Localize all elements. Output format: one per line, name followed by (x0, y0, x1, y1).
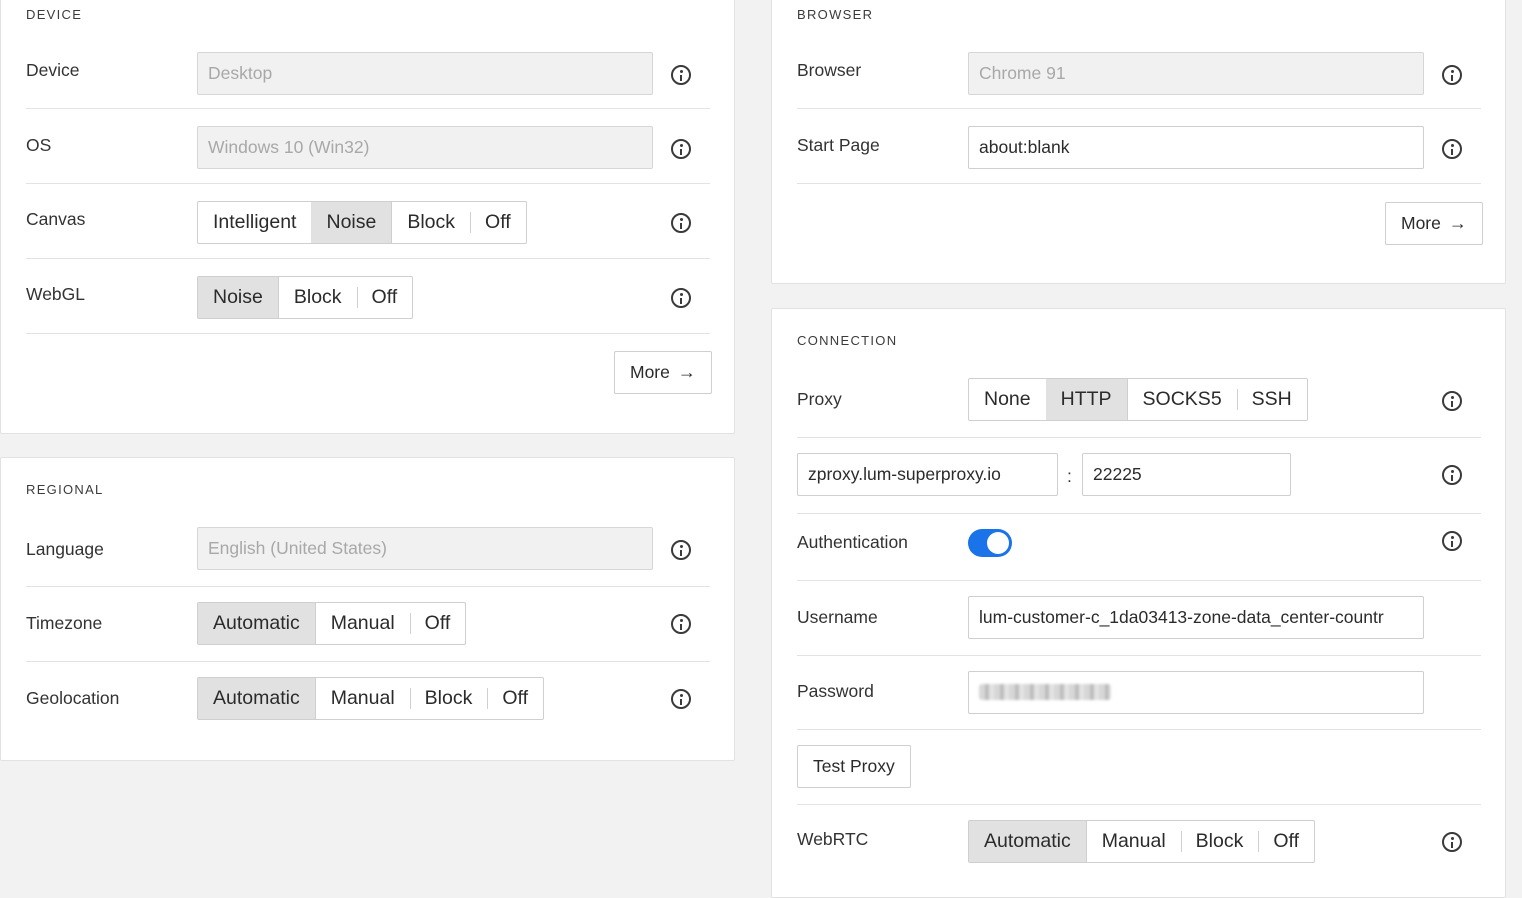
section-title-device: DEVICE (26, 7, 83, 22)
proxy-label: Proxy (797, 389, 842, 409)
test-proxy-row: Test Proxy (797, 730, 1481, 805)
toggle-knob (987, 532, 1009, 554)
os-row: OS Windows 10 (Win32) (26, 109, 710, 184)
webrtc-option-automatic[interactable]: Automatic (969, 821, 1087, 862)
username-label: Username (797, 607, 878, 627)
info-icon[interactable] (1442, 139, 1462, 159)
authentication-row: Authentication (797, 514, 1481, 581)
browser-label: Browser (797, 60, 862, 80)
browser-more-button[interactable]: More → (1385, 202, 1483, 245)
start-page-label: Start Page (797, 135, 880, 155)
arrow-right-icon: → (1448, 213, 1467, 233)
os-label: OS (26, 135, 52, 155)
os-field[interactable]: Windows 10 (Win32) (197, 126, 653, 169)
host-port-separator: : (1067, 466, 1072, 486)
device-panel: DEVICE Device Desktop OS Windows 10 (Win… (0, 0, 735, 434)
geolocation-segmented-control: Automatic Manual Block Off (197, 677, 545, 720)
info-icon[interactable] (671, 689, 691, 709)
proxy-port-input[interactable]: 22225 (1082, 453, 1291, 496)
proxy-host-row: zproxy.lum-superproxy.io : 22225 (797, 438, 1481, 514)
webrtc-label: WebRTC (797, 829, 869, 849)
start-page-row: Start Page about:blank (797, 109, 1481, 184)
timezone-option-off[interactable]: Off (409, 603, 466, 644)
arrow-right-icon: → (677, 362, 696, 382)
webgl-label: WebGL (26, 284, 86, 304)
info-icon[interactable] (671, 614, 691, 634)
info-icon[interactable] (671, 65, 691, 85)
canvas-segmented-control: Intelligent Noise Block Off (197, 201, 527, 244)
info-icon[interactable] (671, 213, 691, 233)
connection-panel: CONNECTION Proxy None HTTP SOCKS5 SSH zp… (771, 308, 1506, 898)
webrtc-row: WebRTC Automatic Manual Block Off (797, 805, 1481, 880)
obscured-password (979, 684, 1111, 700)
proxy-option-socks5[interactable]: SOCKS5 (1128, 379, 1237, 420)
timezone-segmented-control: Automatic Manual Off (197, 602, 467, 645)
start-page-input[interactable]: about:blank (968, 126, 1424, 169)
language-label: Language (26, 539, 104, 559)
device-label: Device (26, 60, 80, 80)
proxy-option-ssh[interactable]: SSH (1236, 379, 1307, 420)
canvas-option-off[interactable]: Off (470, 202, 526, 243)
language-row: Language English (United States) (26, 511, 710, 587)
browser-row: Browser Chrome 91 (797, 34, 1481, 109)
proxy-option-none[interactable]: None (969, 379, 1046, 420)
webgl-option-off[interactable]: Off (356, 277, 413, 318)
info-icon[interactable] (1442, 65, 1462, 85)
info-icon[interactable] (1442, 832, 1462, 852)
browser-panel: BROWSER Browser Chrome 91 Start Page abo… (771, 0, 1506, 284)
info-icon[interactable] (1442, 465, 1462, 485)
webgl-segmented-control: Noise Block Off (197, 276, 414, 319)
canvas-option-intelligent[interactable]: Intelligent (198, 202, 311, 243)
device-more-button[interactable]: More → (614, 351, 712, 394)
geolocation-option-off[interactable]: Off (487, 678, 543, 719)
section-title-browser: BROWSER (797, 7, 874, 22)
timezone-row: Timezone Automatic Manual Off (26, 587, 710, 662)
geolocation-option-manual[interactable]: Manual (316, 678, 410, 719)
username-row: Username lum-customer-c_1da03413-zone-da… (797, 581, 1481, 656)
proxy-host-input[interactable]: zproxy.lum-superproxy.io (797, 453, 1058, 496)
language-field[interactable]: English (United States) (197, 527, 653, 570)
authentication-label: Authentication (797, 532, 908, 552)
info-icon[interactable] (1442, 531, 1462, 551)
info-icon[interactable] (1442, 391, 1462, 411)
webgl-row: WebGL Noise Block Off (26, 259, 710, 334)
section-title-connection: CONNECTION (797, 333, 898, 348)
info-icon[interactable] (671, 540, 691, 560)
info-icon[interactable] (671, 288, 691, 308)
geolocation-row: Geolocation Automatic Manual Block Off (26, 662, 710, 737)
regional-panel: REGIONAL Language English (United States… (0, 457, 735, 761)
proxy-row: Proxy None HTTP SOCKS5 SSH (797, 362, 1481, 438)
test-proxy-button[interactable]: Test Proxy (797, 745, 911, 788)
device-row: Device Desktop (26, 34, 710, 109)
password-row: Password (797, 656, 1481, 730)
webgl-option-block[interactable]: Block (279, 277, 357, 318)
canvas-option-noise[interactable]: Noise (311, 202, 393, 243)
canvas-label: Canvas (26, 209, 86, 229)
more-label: More (1401, 213, 1441, 233)
password-input[interactable] (968, 671, 1424, 714)
canvas-option-block[interactable]: Block (392, 202, 470, 243)
timezone-option-manual[interactable]: Manual (316, 603, 410, 644)
proxy-segmented-control: None HTTP SOCKS5 SSH (968, 378, 1308, 421)
section-title-regional: REGIONAL (26, 482, 104, 497)
browser-field[interactable]: Chrome 91 (968, 52, 1424, 95)
webrtc-option-manual[interactable]: Manual (1087, 821, 1181, 862)
webrtc-segmented-control: Automatic Manual Block Off (968, 820, 1316, 863)
geolocation-option-automatic[interactable]: Automatic (198, 678, 316, 719)
timezone-option-automatic[interactable]: Automatic (198, 603, 316, 644)
webrtc-option-off[interactable]: Off (1258, 821, 1314, 862)
proxy-option-http[interactable]: HTTP (1045, 379, 1128, 420)
password-label: Password (797, 681, 874, 701)
username-input[interactable]: lum-customer-c_1da03413-zone-data_center… (968, 596, 1424, 639)
webrtc-option-block[interactable]: Block (1180, 821, 1259, 862)
device-field[interactable]: Desktop (197, 52, 653, 95)
more-label: More (630, 362, 670, 382)
info-icon[interactable] (671, 139, 691, 159)
canvas-row: Canvas Intelligent Noise Block Off (26, 184, 710, 259)
authentication-toggle[interactable] (968, 529, 1012, 557)
timezone-label: Timezone (26, 613, 103, 633)
webgl-option-noise[interactable]: Noise (198, 277, 279, 318)
geolocation-option-block[interactable]: Block (409, 678, 488, 719)
geolocation-label: Geolocation (26, 688, 120, 708)
